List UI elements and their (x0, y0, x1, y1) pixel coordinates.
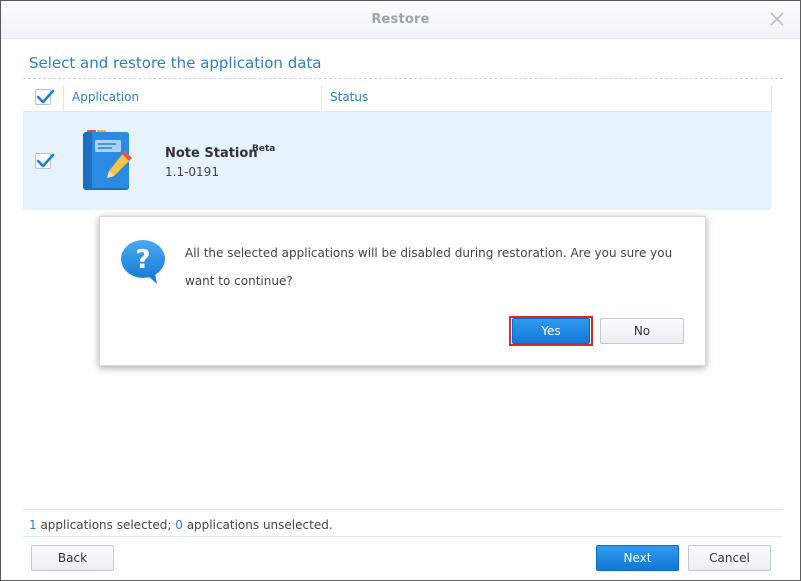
window-title: Restore (371, 12, 430, 27)
beta-badge: Beta (252, 144, 276, 154)
restore-window: Restore Select and restore the applicati… (0, 0, 801, 581)
dialog-message: All the selected applications will be di… (185, 239, 690, 295)
close-icon[interactable] (768, 10, 786, 28)
column-header-label: Status (330, 90, 369, 104)
selected-text: applications selected; (36, 518, 176, 532)
unselected-text: applications unselected. (182, 518, 333, 532)
select-all-checkbox[interactable] (35, 89, 55, 105)
selected-count: 1 (29, 518, 37, 532)
no-button[interactable]: No (600, 318, 684, 344)
question-icon: ? (119, 238, 169, 286)
yes-button[interactable]: Yes (512, 318, 590, 344)
confirm-dialog: ? All the selected applications will be … (99, 216, 706, 366)
table-row[interactable]: Note Station Beta 1.1-0191 (23, 112, 771, 210)
app-version: 1.1-0191 (165, 165, 219, 179)
back-button[interactable]: Back (31, 545, 114, 571)
column-header-label: Application (72, 90, 140, 104)
dialog-message-line: want to continue? (185, 274, 293, 288)
dialog-message-line: All the selected applications will be di… (185, 246, 673, 260)
app-name: Note Station (165, 146, 258, 161)
selection-summary: 1 applications selected; 0 applications … (29, 518, 333, 532)
row-checkbox[interactable] (35, 153, 55, 169)
checkmark-icon (36, 153, 55, 168)
heading-divider (23, 78, 783, 79)
footer-divider (23, 509, 783, 510)
svg-text:?: ? (135, 245, 150, 275)
next-button[interactable]: Next (596, 545, 679, 571)
checkmark-icon (36, 89, 55, 104)
note-station-icon (81, 127, 137, 193)
grid-header: Application Status (23, 85, 772, 112)
page-heading: Select and restore the application data (29, 54, 322, 72)
title-bar: Restore (1, 1, 800, 39)
cancel-button[interactable]: Cancel (688, 545, 771, 571)
column-header-status[interactable]: Status (322, 85, 772, 111)
column-header-application[interactable]: Application (64, 85, 322, 111)
footer-divider (23, 536, 783, 537)
header-checkbox-cell (23, 85, 64, 111)
unselected-count: 0 (175, 518, 183, 532)
